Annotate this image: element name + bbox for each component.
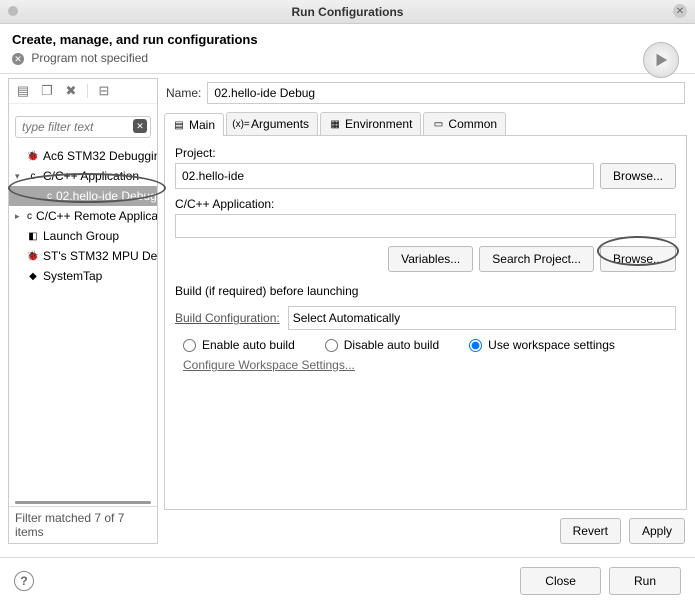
tab-environment[interactable]: ▦ Environment: [320, 112, 421, 135]
collapse-all-icon[interactable]: ⊟: [96, 83, 112, 99]
run-button[interactable]: Run: [609, 567, 681, 595]
build-config-select[interactable]: Select Automatically: [288, 306, 676, 330]
tab-label: Arguments: [251, 117, 309, 131]
tab-arguments[interactable]: (x)= Arguments: [226, 112, 318, 135]
tab-common[interactable]: ▭ Common: [423, 112, 506, 135]
duplicate-config-icon[interactable]: ❐: [39, 83, 55, 99]
app-input[interactable]: [175, 214, 676, 238]
env-tab-icon: ▦: [329, 118, 341, 130]
project-browse-button[interactable]: Browse...: [600, 163, 676, 189]
delete-config-icon[interactable]: ✖: [63, 83, 79, 99]
tree-item-launch-group[interactable]: ◧ Launch Group: [9, 226, 157, 246]
error-message: Program not specified: [31, 51, 148, 65]
tree-item-cpp-app[interactable]: c C/C++ Application: [9, 166, 157, 186]
build-config-label[interactable]: Build Configuration:: [175, 311, 280, 325]
new-config-icon[interactable]: ▤: [15, 83, 31, 99]
tree-item-hello-ide[interactable]: c 02.hello-ide Debug: [9, 186, 157, 206]
tree-label: C/C++ Application: [43, 169, 139, 183]
variables-button[interactable]: Variables...: [388, 246, 473, 272]
bug-icon: 🐞: [27, 150, 39, 162]
apply-button[interactable]: Apply: [629, 518, 685, 544]
tab-label: Main: [189, 118, 215, 132]
filter-input[interactable]: [15, 116, 151, 138]
project-input[interactable]: [175, 163, 594, 189]
launch-icon: ◧: [27, 230, 39, 242]
clear-filter-icon[interactable]: ✕: [133, 119, 147, 133]
search-project-button[interactable]: Search Project...: [479, 246, 594, 272]
error-icon: ✕: [12, 53, 24, 65]
window-title: Run Configurations: [292, 5, 404, 19]
toolbar-separator: [87, 84, 88, 98]
tab-main[interactable]: ▤ Main: [164, 113, 224, 136]
c-app-icon: c: [27, 170, 39, 182]
revert-button[interactable]: Revert: [560, 518, 621, 544]
sidebar-divider: [15, 501, 151, 504]
page-heading: Create, manage, and run configurations: [12, 32, 683, 47]
bug-icon: 🐞: [27, 250, 39, 262]
project-label: Project:: [175, 146, 676, 160]
radio-workspace[interactable]: Use workspace settings: [469, 338, 615, 352]
close-window-button[interactable]: ✕: [673, 4, 687, 18]
main-tab-icon: ▤: [173, 119, 185, 131]
tree-item-systemtap[interactable]: ◆ SystemTap: [9, 266, 157, 286]
common-tab-icon: ▭: [432, 118, 444, 130]
tab-label: Common: [448, 117, 497, 131]
minimize-button[interactable]: [8, 6, 18, 16]
args-tab-icon: (x)=: [235, 118, 247, 130]
help-icon[interactable]: ?: [14, 571, 34, 591]
build-section-title: Build (if required) before launching: [175, 284, 676, 298]
tree-label: C/C++ Remote Applicat: [36, 209, 157, 223]
tree-label: Launch Group: [43, 229, 119, 243]
app-browse-button[interactable]: Browse...: [600, 246, 676, 272]
app-label: C/C++ Application:: [175, 197, 676, 211]
tree-label: Ac6 STM32 Debugging: [43, 149, 157, 163]
name-label: Name:: [166, 86, 201, 100]
tree-label: ST's STM32 MPU Debug: [43, 249, 157, 263]
run-hero-icon: [643, 42, 679, 78]
radio-enable-auto[interactable]: Enable auto build: [183, 338, 295, 352]
tap-icon: ◆: [27, 270, 39, 282]
c-app-icon: c: [27, 210, 32, 222]
tree-item-ac6[interactable]: 🐞 Ac6 STM32 Debugging: [9, 146, 157, 166]
radio-disable-auto[interactable]: Disable auto build: [325, 338, 439, 352]
filter-status: Filter matched 7 of 7 items: [9, 506, 157, 543]
c-app-icon: c: [47, 190, 52, 202]
tree-item-st-mpu[interactable]: 🐞 ST's STM32 MPU Debug: [9, 246, 157, 266]
configure-workspace-link[interactable]: Configure Workspace Settings...: [183, 358, 355, 372]
close-button[interactable]: Close: [520, 567, 601, 595]
tab-label: Environment: [345, 117, 412, 131]
tree-label: SystemTap: [43, 269, 102, 283]
name-input[interactable]: [207, 82, 685, 104]
tree-item-cpp-remote[interactable]: c C/C++ Remote Applicat: [9, 206, 157, 226]
tree-label: 02.hello-ide Debug: [56, 189, 157, 203]
